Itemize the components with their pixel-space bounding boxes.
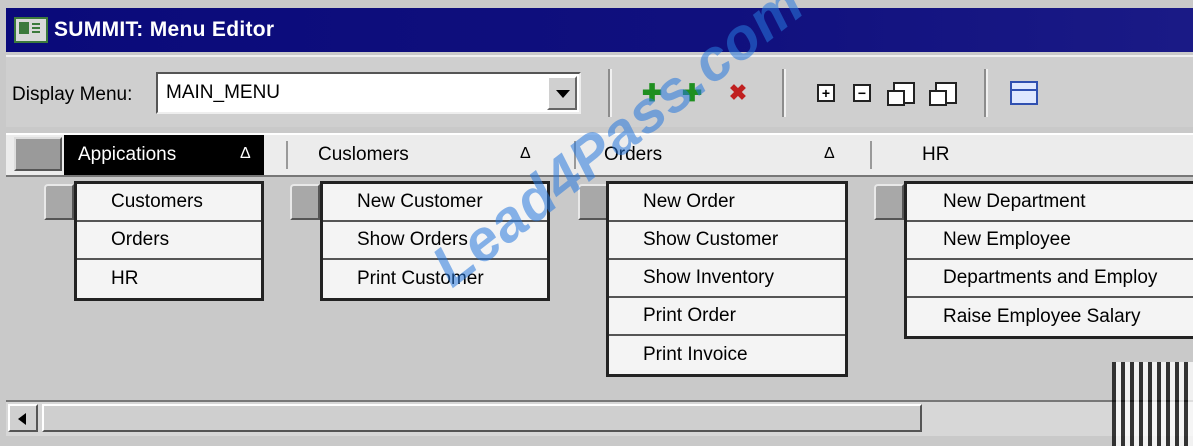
tab-divider	[870, 141, 872, 169]
display-menu-combobox[interactable]: MAIN_MENU	[156, 72, 581, 114]
expand-icon[interactable]: +	[812, 79, 840, 107]
window-title: SUMMIT: Menu Editor	[54, 18, 275, 41]
menu-tab-label: Cuslomers	[318, 144, 409, 165]
switch-orientation-icon[interactable]	[1010, 79, 1038, 107]
menu-tab-label: HR	[922, 144, 950, 165]
app-icon	[14, 17, 48, 43]
menu-item[interactable]: New Employee	[907, 222, 1193, 260]
menu-item[interactable]: New Department	[907, 184, 1193, 222]
menu-item[interactable]: Print Invoice	[609, 336, 845, 374]
expand-all-icon[interactable]	[887, 79, 918, 107]
menu-item[interactable]: Departments and Employ	[907, 260, 1193, 298]
menu-item[interactable]: Show Customer	[609, 222, 845, 260]
menu-item[interactable]: New Order	[609, 184, 845, 222]
dropdown-arrow-icon[interactable]	[547, 76, 577, 110]
submenu-hr: New Department New Employee Departments …	[904, 181, 1193, 339]
submenu-grip[interactable]	[874, 184, 904, 220]
collapse-arrow-icon[interactable]: Δ	[240, 145, 251, 163]
display-menu-value[interactable]: MAIN_MENU	[166, 82, 280, 104]
horizontal-scrollbar[interactable]	[6, 400, 1193, 436]
collapse-arrow-icon[interactable]: Δ	[824, 145, 835, 163]
menu-item[interactable]: Orders	[77, 222, 261, 260]
display-menu-label: Display Menu:	[12, 84, 133, 105]
scroll-thumb[interactable]	[42, 404, 922, 432]
toolbar-separator	[782, 69, 786, 117]
menu-grip[interactable]	[14, 137, 62, 171]
menu-item[interactable]: HR	[77, 260, 261, 298]
qr-code	[1112, 362, 1193, 446]
title-bar: SUMMIT: Menu Editor	[6, 8, 1193, 52]
toolbar-separator	[984, 69, 988, 117]
menu-tab-hr[interactable]: HR	[880, 135, 1193, 175]
tab-divider	[286, 141, 288, 169]
collapse-icon[interactable]: −	[848, 79, 876, 107]
menu-item[interactable]: Raise Employee Salary	[907, 298, 1193, 336]
menu-item[interactable]: Customers	[77, 184, 261, 222]
menu-tab-label: Appications	[78, 144, 177, 165]
submenu-applications: Customers Orders HR	[74, 181, 264, 301]
submenu-grip[interactable]	[290, 184, 320, 220]
menu-item[interactable]: Print Order	[609, 298, 845, 336]
submenu-orders: New Order Show Customer Show Inventory P…	[606, 181, 848, 377]
submenu-grip[interactable]	[44, 184, 74, 220]
menu-tab-applications[interactable]: Appications Δ	[64, 135, 264, 175]
menu-item[interactable]: Show Inventory	[609, 260, 845, 298]
collapse-all-icon[interactable]	[929, 79, 960, 107]
menu-tab-customers[interactable]: Cuslomers Δ	[296, 135, 556, 175]
scroll-left-icon[interactable]	[8, 404, 38, 432]
